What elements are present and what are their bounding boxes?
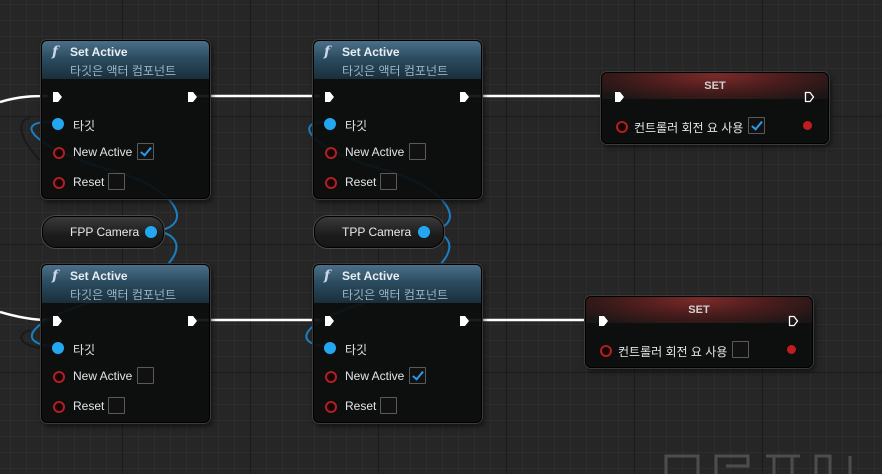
target-label: 타깃 [345, 119, 368, 133]
node-subtitle: 타깃은 액터 컴포넌트 [342, 288, 449, 302]
target-label: 타깃 [345, 343, 368, 357]
set-active-node[interactable]: f Set Active 타깃은 액터 컴포넌트 타깃 New Active R… [313, 264, 482, 423]
new-active-checkbox[interactable] [409, 367, 426, 384]
reset-checkbox[interactable] [380, 397, 397, 414]
target-label: 타깃 [73, 343, 96, 357]
set-active-node[interactable]: f Set Active 타깃은 액터 컴포넌트 타깃 New Active R… [41, 264, 210, 423]
node-title: SET [688, 304, 710, 316]
new-active-label: New Active [345, 369, 405, 383]
target-pin[interactable] [52, 118, 64, 130]
node-subtitle: 타깃은 액터 컴포넌트 [70, 288, 177, 302]
node-header[interactable]: f Set Active 타깃은 액터 컴포넌트 [314, 41, 481, 79]
object-output-pin[interactable] [145, 226, 157, 238]
function-f-icon: f [324, 44, 331, 60]
node-header[interactable]: SET [586, 297, 812, 323]
exec-wire-stub [20, 329, 41, 349]
node-title: Set Active [70, 269, 128, 283]
variable-label: 컨트롤러 회전 요 사용 [618, 345, 728, 359]
node-header[interactable]: f Set Active 타깃은 액터 컴포넌트 [314, 265, 481, 303]
reset-pin[interactable] [53, 401, 65, 413]
new-active-label: New Active [73, 369, 133, 383]
reset-checkbox[interactable] [380, 173, 397, 190]
new-active-pin[interactable] [53, 371, 65, 383]
exec-in-pin[interactable] [598, 315, 609, 327]
set-active-node[interactable]: f Set Active 타깃은 액터 컴포넌트 타깃 New Active R… [313, 40, 482, 199]
bool-output-pin[interactable] [803, 121, 812, 130]
variable-getter-node[interactable]: FPP Camera [42, 216, 164, 248]
exec-out-pin[interactable] [187, 315, 198, 327]
exec-in-pin[interactable] [324, 91, 335, 103]
function-f-icon: f [52, 268, 59, 284]
node-title: Set Active [342, 269, 400, 283]
target-pin[interactable] [52, 342, 64, 354]
variable-label: TPP Camera [342, 225, 412, 239]
node-subtitle: 타깃은 액터 컴포넌트 [70, 64, 177, 78]
exec-in-pin[interactable] [324, 315, 335, 327]
set-active-node[interactable]: f Set Active 타깃은 액터 컴포넌트 타깃 New Active R… [41, 40, 210, 199]
node-title: Set Active [342, 45, 400, 59]
node-header[interactable]: f Set Active 타깃은 액터 컴포넌트 [42, 265, 209, 303]
node-title: Set Active [70, 45, 128, 59]
blueprint-watermark [664, 454, 852, 474]
node-header[interactable]: f Set Active 타깃은 액터 컴포넌트 [42, 41, 209, 79]
new-active-label: New Active [345, 145, 405, 159]
new-active-checkbox[interactable] [409, 143, 426, 160]
function-f-icon: f [52, 44, 59, 60]
set-variable-node[interactable]: SET 컨트롤러 회전 요 사용 [601, 72, 829, 144]
exec-out-pin[interactable] [788, 315, 799, 327]
new-active-pin[interactable] [325, 371, 337, 383]
variable-label: FPP Camera [70, 225, 140, 239]
exec-out-pin[interactable] [459, 315, 470, 327]
object-output-pin[interactable] [418, 226, 430, 238]
target-pin[interactable] [324, 342, 336, 354]
target-pin[interactable] [324, 118, 336, 130]
exec-out-pin[interactable] [804, 91, 815, 103]
exec-out-pin[interactable] [187, 91, 198, 103]
bool-output-pin[interactable] [787, 345, 796, 354]
reset-label: Reset [345, 399, 377, 413]
variable-label: 컨트롤러 회전 요 사용 [634, 121, 744, 135]
function-f-icon: f [324, 268, 331, 284]
reset-pin[interactable] [325, 401, 337, 413]
exec-in-pin[interactable] [52, 91, 63, 103]
bool-input-pin[interactable] [616, 121, 628, 133]
node-title: SET [704, 80, 726, 92]
new-active-checkbox[interactable] [137, 367, 154, 384]
exec-in-pin[interactable] [614, 91, 625, 103]
set-variable-node[interactable]: SET 컨트롤러 회전 요 사용 [585, 296, 813, 368]
bool-input-pin[interactable] [600, 345, 612, 357]
new-active-label: New Active [73, 145, 133, 159]
reset-pin[interactable] [53, 177, 65, 189]
value-checkbox[interactable] [748, 117, 765, 134]
reset-checkbox[interactable] [108, 397, 125, 414]
reset-checkbox[interactable] [108, 173, 125, 190]
target-label: 타깃 [73, 119, 96, 133]
reset-pin[interactable] [325, 177, 337, 189]
value-checkbox[interactable] [732, 341, 749, 358]
reset-label: Reset [73, 399, 105, 413]
reset-label: Reset [345, 175, 377, 189]
node-header[interactable]: SET [602, 73, 828, 99]
exec-in-pin[interactable] [52, 315, 63, 327]
new-active-pin[interactable] [53, 147, 65, 159]
new-active-pin[interactable] [325, 147, 337, 159]
new-active-checkbox[interactable] [137, 143, 154, 160]
node-subtitle: 타깃은 액터 컴포넌트 [342, 64, 449, 78]
exec-out-pin[interactable] [459, 91, 470, 103]
variable-getter-node[interactable]: TPP Camera [314, 216, 444, 248]
reset-label: Reset [73, 175, 105, 189]
